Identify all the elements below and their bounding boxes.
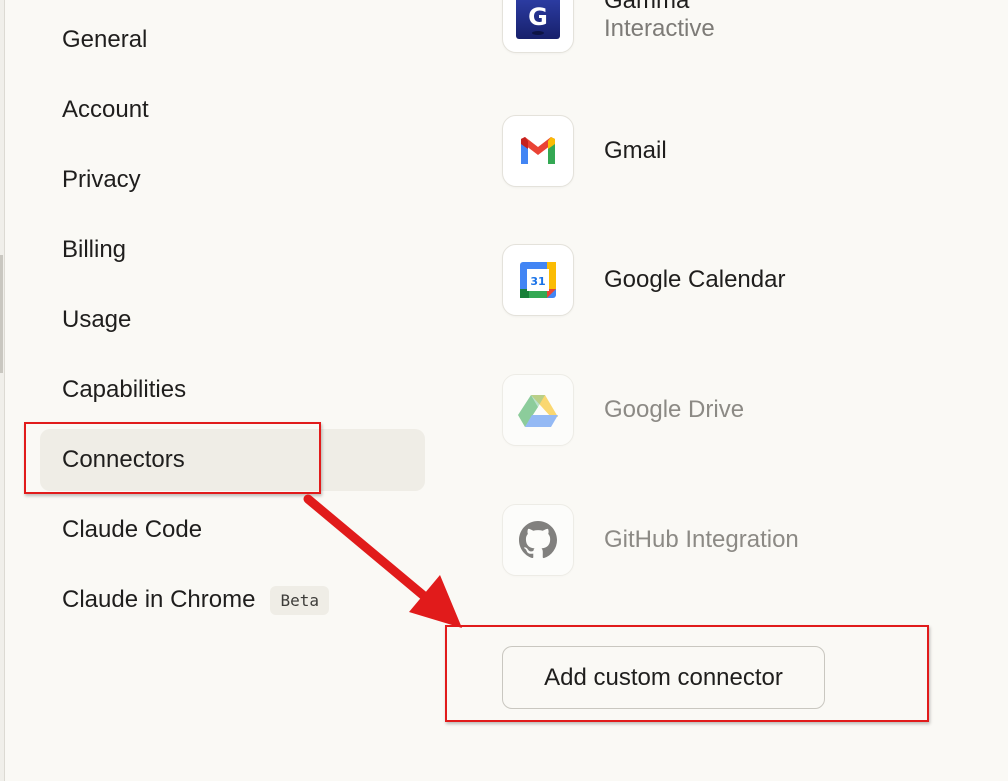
sidebar-item-general[interactable]: General	[40, 9, 425, 71]
window-left-edge	[0, 0, 5, 781]
connector-subtitle: Interactive	[604, 15, 715, 42]
sidebar-item-privacy[interactable]: Privacy	[40, 149, 425, 211]
connector-row-google-drive[interactable]: Google Drive	[502, 373, 744, 447]
scrollbar-thumb[interactable]	[0, 255, 3, 373]
connector-name: GitHub Integration	[604, 526, 799, 553]
connector-row-gmail[interactable]: Gmail	[502, 114, 667, 188]
sidebar-item-label: General	[62, 26, 148, 53]
sidebar-item-claude-code[interactable]: Claude Code	[40, 499, 425, 561]
connector-name: Gmail	[604, 137, 667, 164]
connector-row-gamma[interactable]: G Gamma Interactive	[502, 0, 715, 54]
sidebar-item-label: Claude in Chrome	[62, 586, 256, 613]
github-icon	[502, 504, 574, 576]
sidebar-item-label: Billing	[62, 236, 127, 263]
connector-name: Google Calendar	[604, 266, 786, 293]
sidebar-item-account[interactable]: Account	[40, 79, 425, 141]
sidebar-item-usage[interactable]: Usage	[40, 289, 425, 351]
sidebar-item-capabilities[interactable]: Capabilities	[40, 359, 425, 421]
svg-text:G: G	[528, 3, 548, 31]
sidebar-item-label: Usage	[62, 306, 132, 333]
google-calendar-icon: 31	[502, 244, 574, 316]
sidebar-item-billing[interactable]: Billing	[40, 219, 425, 281]
gmail-icon	[502, 115, 574, 187]
sidebar-item-label: Privacy	[62, 166, 141, 193]
connector-name: Gamma	[604, 0, 690, 14]
connector-row-github[interactable]: GitHub Integration	[502, 503, 799, 577]
add-custom-connector-button[interactable]: Add custom connector	[502, 646, 825, 709]
gamma-icon: G	[502, 0, 574, 53]
sidebar-item-claude-in-chrome[interactable]: Claude in Chrome Beta	[40, 569, 425, 631]
connector-row-google-calendar[interactable]: 31 Google Calendar	[502, 243, 785, 317]
sidebar-item-label: Claude Code	[62, 516, 203, 543]
calendar-day-number: 31	[530, 275, 545, 288]
sidebar-item-label: Connectors	[62, 446, 185, 473]
sidebar-item-label: Capabilities	[62, 376, 187, 403]
connector-name: Google Drive	[604, 396, 745, 423]
beta-badge: Beta	[270, 585, 329, 615]
sidebar-item-label: Account	[62, 96, 149, 123]
google-drive-icon	[502, 374, 574, 446]
sidebar-item-connectors[interactable]: Connectors	[40, 429, 425, 491]
